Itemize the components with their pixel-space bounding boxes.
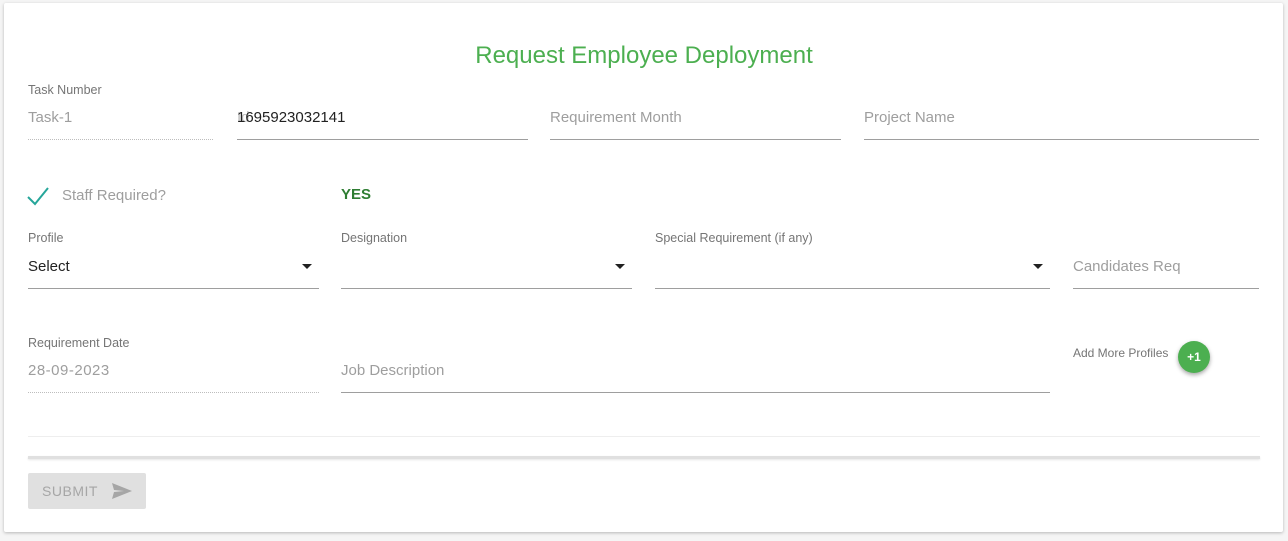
designation-label: Designation — [341, 231, 408, 245]
caret-down-icon — [302, 264, 312, 269]
caret-down-icon — [615, 264, 625, 269]
job-description-underline — [341, 392, 1050, 393]
requirement-month-placeholder: Requirement Month — [550, 109, 682, 126]
designation-select[interactable] — [341, 250, 632, 289]
add-profile-button[interactable]: +1 — [1178, 341, 1210, 373]
id-field[interactable]: Id 1695923032141 — [237, 100, 528, 140]
job-description-placeholder: Job Description — [341, 362, 445, 379]
submit-label: SUBMIT — [42, 483, 98, 499]
candidates-req-placeholder: Candidates Req — [1073, 258, 1181, 275]
page-title: Request Employee Deployment — [475, 42, 813, 69]
designation-underline — [341, 288, 632, 289]
profile-label: Profile — [28, 231, 64, 245]
divider — [28, 456, 1260, 459]
candidates-req-underline — [1073, 288, 1259, 289]
profile-select[interactable]: Select — [28, 250, 319, 289]
staff-required-checkbox[interactable]: Staff Required? — [26, 183, 186, 209]
special-requirement-label: Special Requirement (if any) — [655, 231, 813, 245]
task-number-underline — [28, 139, 213, 140]
special-requirement-underline — [655, 288, 1050, 289]
candidates-req-input[interactable]: Candidates Req — [1073, 250, 1259, 289]
special-requirement-select[interactable] — [655, 250, 1050, 289]
job-description-input[interactable]: Job Description — [341, 353, 1050, 393]
staff-required-label: Staff Required? — [62, 187, 166, 204]
requirement-date-value: 28-09-2023 — [28, 362, 110, 379]
project-name-underline — [864, 139, 1259, 140]
check-icon — [27, 187, 49, 206]
staff-required-value: YES — [341, 186, 372, 203]
profile-underline — [28, 288, 319, 289]
caret-down-icon — [1033, 264, 1043, 269]
task-number-label: Task Number — [28, 83, 102, 97]
requirement-date-label: Requirement Date — [28, 336, 130, 350]
id-underline — [237, 139, 528, 140]
add-more-profiles-label: Add More Profiles — [1073, 346, 1169, 360]
send-icon — [111, 483, 132, 499]
divider — [28, 436, 1260, 437]
profile-selected: Select — [28, 258, 70, 275]
project-name-input[interactable]: Project Name — [864, 100, 1259, 140]
requirement-date-underline — [28, 392, 319, 393]
requirement-month-input[interactable]: Requirement Month — [550, 100, 841, 140]
project-name-placeholder: Project Name — [864, 109, 955, 126]
submit-button[interactable]: SUBMIT — [28, 473, 146, 509]
requirement-month-underline — [550, 139, 841, 140]
id-value: 1695923032141 — [237, 109, 346, 126]
task-number-value: Task-1 — [28, 109, 73, 126]
